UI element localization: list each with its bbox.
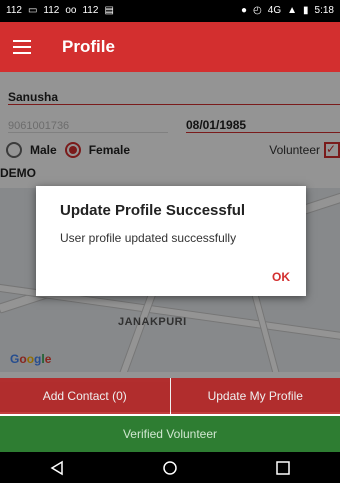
system-nav-bar bbox=[0, 452, 340, 483]
network-type: 4G bbox=[267, 5, 282, 16]
dialog-title: Update Profile Successful bbox=[60, 202, 246, 219]
notification-icon: ▤ bbox=[104, 5, 114, 16]
location-icon: ● bbox=[240, 5, 248, 16]
status-left-icon-3: 112 bbox=[82, 5, 99, 16]
dialog-ok-button[interactable]: OK bbox=[272, 270, 290, 284]
dialog-message: User profile updated successfully bbox=[60, 231, 237, 245]
battery-icon: ▮ bbox=[303, 5, 309, 16]
page-title: Profile bbox=[62, 37, 115, 56]
voicemail-icon: oo bbox=[65, 5, 77, 16]
update-profile-dialog: Update Profile Successful User profile u… bbox=[36, 186, 306, 296]
message-icon: ▭ bbox=[27, 5, 38, 16]
recents-icon[interactable] bbox=[274, 459, 292, 477]
home-icon[interactable] bbox=[161, 459, 179, 477]
status-left-icon-1: 112 bbox=[6, 5, 22, 16]
signal-icon: ▲ bbox=[287, 5, 298, 16]
app-bar: Profile bbox=[0, 22, 340, 72]
status-left-icon-2: 112 bbox=[43, 5, 60, 16]
status-bar: 112 ▭ 112 oo 112 ▤ ● ◴ 4G ▲ ▮ 5:18 bbox=[0, 0, 340, 22]
back-icon[interactable] bbox=[48, 459, 66, 477]
action-buttons: Add Contact (0) Update My Profile bbox=[0, 378, 340, 414]
clock-time: 5:18 bbox=[314, 5, 334, 16]
alarm-icon: ◴ bbox=[253, 5, 262, 16]
hamburger-icon bbox=[13, 40, 31, 54]
add-contact-button[interactable]: Add Contact (0) bbox=[0, 378, 170, 414]
verified-volunteer-bar[interactable]: Verified Volunteer bbox=[0, 416, 340, 452]
menu-button[interactable] bbox=[0, 22, 44, 72]
update-profile-button[interactable]: Update My Profile bbox=[169, 378, 340, 414]
